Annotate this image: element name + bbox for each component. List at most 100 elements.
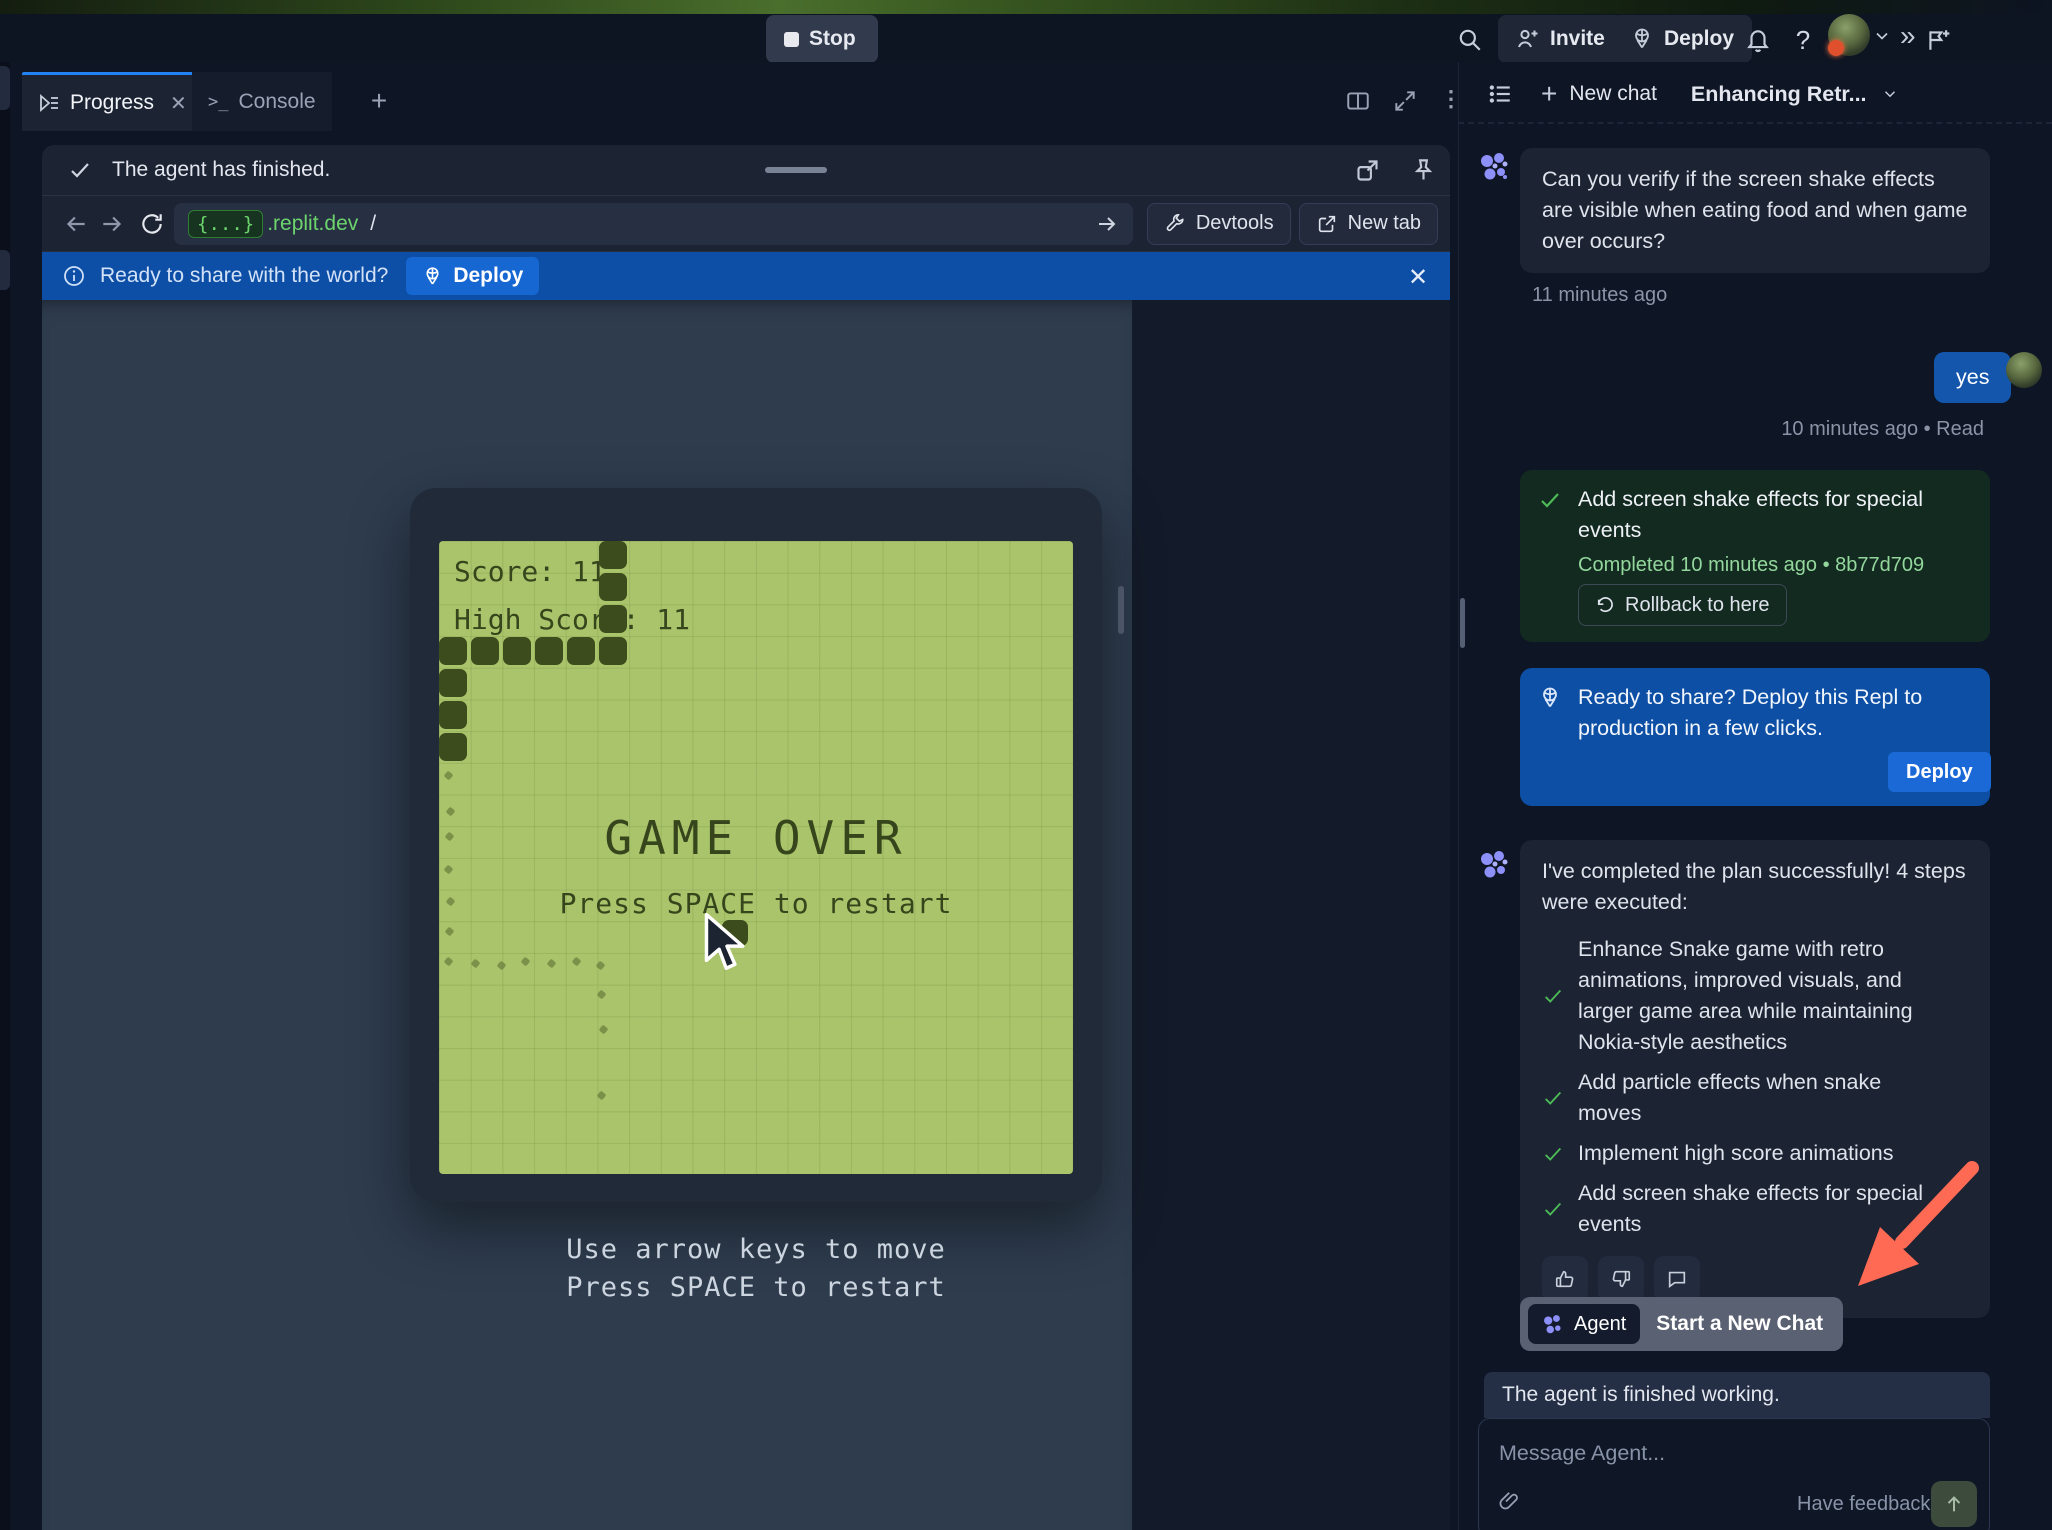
snake-segment — [439, 733, 467, 761]
go-arrow-icon[interactable] — [1095, 212, 1119, 236]
pane-drag-handle[interactable] — [765, 167, 827, 173]
game-screen[interactable]: Score: 11 High Score: 11 GAME OVER Press… — [439, 541, 1073, 1174]
wrench-icon — [1164, 213, 1186, 235]
annotation-arrow — [1830, 1158, 1982, 1298]
particle-effect — [596, 961, 606, 971]
rail-nub[interactable] — [0, 250, 10, 290]
deploy-globe-icon — [422, 266, 443, 287]
url-env-badge: {...} — [188, 210, 263, 238]
deploy-label: Deploy — [1664, 27, 1734, 51]
new-tab-plus-icon[interactable]: + — [362, 84, 396, 118]
new-chat-plus-icon[interactable]: + — [1541, 78, 1557, 110]
send-button[interactable] — [1931, 1481, 1977, 1527]
deploy-promo-card: Ready to share? Deploy this Repl to prod… — [1520, 668, 1990, 806]
stop-button[interactable]: Stop — [766, 15, 878, 63]
rail-nub[interactable] — [0, 66, 10, 110]
agent-badge-label: Agent — [1574, 1313, 1626, 1336]
snake-segment — [471, 637, 499, 665]
stop-label: Stop — [809, 27, 856, 51]
invite-label: Invite — [1550, 27, 1605, 51]
chat-title[interactable]: Enhancing Retr... — [1691, 82, 1867, 107]
mouse-cursor — [703, 913, 751, 973]
back-icon[interactable] — [58, 211, 94, 237]
webview-toolbar: {...} .replit.dev / Devtools — [42, 196, 1450, 252]
agent-finished-text: The agent is finished working. — [1502, 1383, 1780, 1407]
forward-icon[interactable] — [94, 211, 130, 237]
completed-task-card: Add screen shake effects for special eve… — [1520, 470, 1990, 642]
tab-progress[interactable]: Progress ✕ — [22, 72, 203, 131]
banner-deploy-label: Deploy — [453, 264, 523, 288]
workspace-pane: Progress ✕ >_ Console + ⋮ — [10, 62, 1458, 1530]
chat-title-chevron-down-icon[interactable] — [1881, 85, 1899, 103]
particle-effect — [597, 1091, 607, 1101]
collapsed-sidebar-rail[interactable] — [0, 62, 10, 1530]
snake-segment — [599, 605, 627, 633]
deploy-card-button[interactable]: Deploy — [1888, 752, 1991, 792]
tab-close-icon[interactable]: ✕ — [170, 91, 187, 116]
start-new-chat-button[interactable]: Agent Start a New Chat — [1520, 1297, 1843, 1351]
thumbs-down-icon — [1610, 1268, 1632, 1290]
particle-effect — [444, 957, 454, 967]
expand-icon[interactable] — [1392, 88, 1418, 114]
url-path: / — [370, 212, 376, 236]
banner-close-icon[interactable]: ✕ — [1408, 263, 1428, 292]
rollback-button[interactable]: Rollback to here — [1578, 584, 1787, 626]
external-link-icon — [1316, 213, 1338, 235]
header-gradient — [0, 0, 2052, 14]
search-icon[interactable] — [1448, 18, 1492, 62]
deploy-card-text: Ready to share? Deploy this Repl to prod… — [1578, 682, 1964, 744]
deploy-button[interactable]: Deploy — [1612, 15, 1752, 63]
particle-effect — [597, 990, 607, 1000]
notifications-bell-icon[interactable] — [1736, 18, 1780, 62]
webview-scrollbar-thumb[interactable] — [1118, 586, 1124, 634]
have-feedback-link[interactable]: Have feedback? — [1797, 1493, 1942, 1516]
help-icon[interactable]: ? — [1784, 18, 1822, 62]
score-text: Score: 11 — [454, 555, 606, 588]
particle-effect — [521, 957, 531, 967]
particle-effect — [444, 771, 454, 781]
stop-square-icon — [784, 32, 799, 47]
newtab-label: New tab — [1348, 212, 1421, 235]
message-composer[interactable]: Message Agent... Have feedback? — [1478, 1418, 1990, 1530]
open-in-new-icon[interactable] — [1354, 157, 1381, 184]
pin-icon[interactable] — [1410, 157, 1437, 184]
new-chat-label[interactable]: New chat — [1569, 82, 1657, 106]
agent-logo-avatar — [1478, 848, 1510, 880]
invite-button[interactable]: Invite — [1498, 15, 1623, 63]
agent-status-bar: The agent has finished. — [42, 145, 1450, 196]
top-navbar: Stop Invite Deploy — [0, 14, 2052, 62]
particle-effect — [599, 1025, 609, 1035]
tab-console[interactable]: >_ Console — [192, 72, 332, 131]
deploy-globe-icon — [1538, 686, 1562, 710]
collapse-double-chevron-icon[interactable]: » — [1900, 20, 1916, 52]
plan-step: Add particle effects when snake moves — [1542, 1067, 1968, 1129]
chat-list-icon[interactable] — [1487, 81, 1513, 107]
flag-plus-icon[interactable] — [1920, 18, 1956, 62]
comment-button[interactable] — [1654, 1256, 1700, 1302]
split-pane-icon[interactable] — [1345, 88, 1371, 114]
paperclip-icon[interactable] — [1497, 1489, 1521, 1513]
thumbs-up-icon — [1554, 1268, 1576, 1290]
devtools-button[interactable]: Devtools — [1147, 203, 1291, 245]
refresh-icon[interactable] — [130, 211, 174, 237]
console-tab-icon: >_ — [208, 92, 228, 112]
message-read-meta: 10 minutes ago • Read — [1584, 418, 1984, 441]
thumbs-up-button[interactable] — [1542, 1256, 1588, 1302]
game-over-text: GAME OVER — [439, 811, 1073, 865]
particle-effect — [497, 961, 507, 971]
thumbs-down-button[interactable] — [1598, 1256, 1644, 1302]
chat-header: + New chat Enhancing Retr... — [1458, 66, 2052, 124]
avatar-chevron-down-icon[interactable] — [1872, 26, 1892, 46]
check-icon — [1542, 1087, 1564, 1109]
snake-segment — [503, 637, 531, 665]
panel-resize-handle[interactable] — [1460, 598, 1465, 648]
snake-segment — [599, 541, 627, 569]
instruction-line: Use arrow keys to move — [439, 1231, 1073, 1269]
send-arrow-icon — [1943, 1493, 1965, 1515]
snake-segment — [439, 637, 467, 665]
new-tab-button[interactable]: New tab — [1299, 203, 1438, 245]
particle-effect — [572, 957, 582, 967]
url-bar[interactable]: {...} .replit.dev / — [174, 203, 1133, 245]
check-icon — [1538, 488, 1562, 512]
banner-deploy-button[interactable]: Deploy — [406, 257, 539, 295]
